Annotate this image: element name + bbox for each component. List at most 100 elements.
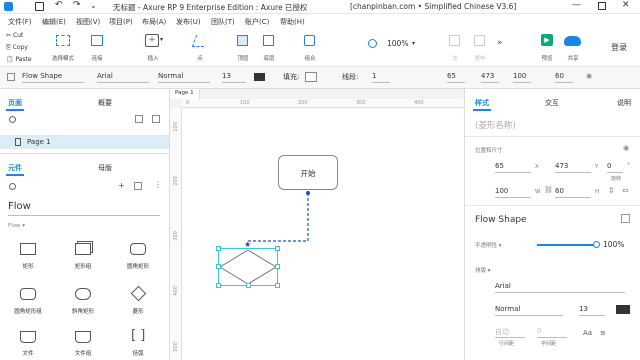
resize-handle[interactable] [216,283,221,288]
weight-select[interactable]: Normal [158,70,210,83]
undo-icon[interactable]: ↶ [55,0,63,10]
resize-handle[interactable] [216,246,221,251]
resize-handle[interactable] [246,283,251,288]
text-color-swatch[interactable] [616,305,630,314]
widget-bracket[interactable]: [ ] 括弧 [118,327,158,359]
eye-icon[interactable]: ◉ [586,72,592,80]
flip-horizontal-icon[interactable]: ⇔ [622,186,629,195]
tab-masters[interactable]: 母版 [98,163,112,173]
widget-rectangle[interactable]: 矩形 [8,239,48,273]
fill-swatch[interactable] [305,72,317,82]
redo-icon[interactable]: ↷ [73,0,81,10]
menu-icon[interactable]: ⋮ [154,180,162,189]
menu-edit[interactable]: 编辑(E) [42,17,66,27]
widget-diamond[interactable]: 菱形 [118,284,158,318]
search-icon[interactable] [9,116,16,123]
share-button[interactable]: 共享 [561,33,585,63]
style-select[interactable]: Flow Shape [22,70,84,83]
w-input[interactable]: 100 [495,186,531,198]
copy-button[interactable]: ⎘ Copy [6,44,28,52]
font-size-select[interactable]: 13 [579,303,605,316]
menu-help[interactable]: 帮助(H) [280,17,305,27]
x-input[interactable]: 65 [495,161,531,173]
cut-button[interactable]: ✂ Cut [6,32,23,39]
tab-pages[interactable]: 页面 [8,98,22,108]
tab-widgets[interactable]: 元件 [8,163,22,173]
line-spacing-input[interactable]: 自动 [495,326,525,338]
slider-thumb[interactable] [593,241,600,248]
menu-team[interactable]: 团队(T) [211,17,235,27]
widget-rounded-rectangle[interactable]: 圆角矩形 [118,239,158,273]
tab-outline[interactable]: 概要 [98,98,112,108]
resize-handle[interactable] [275,264,280,269]
lock-ratio-icon[interactable]: ⛓ [544,186,553,194]
style-menu-icon[interactable] [621,214,630,223]
menu-account[interactable]: 账户(C) [245,17,269,27]
connect-button[interactable]: 连接 [85,33,109,63]
library-select[interactable]: Flow [8,201,31,212]
resize-handle[interactable] [275,246,280,251]
menu-layout[interactable]: 布局(A) [142,17,166,27]
tab-style[interactable]: 样式 [475,98,489,108]
insert-button[interactable]: + ▾ 插入 [140,33,166,63]
page-item-1[interactable]: Page 1 [0,135,169,149]
copy-library-icon[interactable] [134,182,142,190]
diamond-shape[interactable] [218,248,278,286]
shape-name-input[interactable]: (菱形名称) [475,119,516,131]
widget-bevel-rectangle[interactable]: 斜角矩形 [63,284,103,318]
h-field[interactable]: 60 [555,70,573,83]
font-size-select[interactable]: 13 [222,70,246,83]
text-color-swatch[interactable] [254,73,265,81]
align-left-button[interactable]: 左 [446,33,464,63]
add-folder-icon[interactable] [152,115,160,123]
resize-handle[interactable] [275,283,280,288]
point-button[interactable]: 点 [190,33,210,63]
menu-publish[interactable]: 发布(U) [176,17,201,27]
resize-handle[interactable] [216,264,221,269]
menu-file[interactable]: 文件(F) [8,17,32,27]
menu-project[interactable]: 项目(P) [109,17,133,27]
paste-button[interactable]: 📋 Paste [6,56,32,63]
font-weight-select[interactable]: Normal [495,303,563,316]
combine-button[interactable]: 组合 [300,33,320,63]
canvas-area[interactable]: Page 1 0 100 200 300 400 100 200 300 400… [170,89,464,360]
tab-notes[interactable]: 说明 [617,98,631,108]
preview-button[interactable]: ▶ 预览 [537,33,557,63]
widget-file[interactable]: 文件 [8,327,48,359]
tab-interactions[interactable]: 交互 [545,98,559,108]
font-family-select[interactable]: Arial [495,280,625,293]
widget-rectangle-group[interactable]: 矩形组 [63,239,103,273]
char-spacing-input[interactable]: 0 [537,326,567,338]
line-width-select[interactable]: 1 [372,70,390,83]
y-input[interactable]: 473 [555,161,591,173]
zoom-control[interactable]: 100% ▾ [368,39,418,51]
menu-view[interactable]: 视图(V) [76,17,100,27]
font-select[interactable]: Arial [97,70,149,83]
text-style-icon[interactable]: Aa [583,329,592,337]
chevron-down-icon[interactable]: ⌄ [90,1,97,10]
widget-rounded-rectangle-group[interactable]: 圆角矩形组 [8,284,48,318]
save-icon[interactable] [35,2,44,11]
opacity-slider[interactable] [537,241,600,248]
x-field[interactable]: 65 [447,70,465,83]
send-bottom-button[interactable]: 底层 [259,33,279,63]
connector-line[interactable] [170,89,464,360]
opacity-value[interactable]: 100% [603,240,624,249]
minimize-button[interactable]: — [572,0,581,10]
flip-vertical-icon[interactable]: ⇕ [608,186,615,195]
text-align-icon[interactable]: ≡ [600,329,606,337]
add-library-icon[interactable]: + [118,181,125,190]
rotation-input[interactable]: 0 [607,161,623,173]
y-field[interactable]: 473 [481,70,499,83]
select-mode-button[interactable]: 选择模式 [46,33,80,63]
align-center-button[interactable]: 居中 [470,33,490,63]
maximize-button[interactable] [598,2,606,10]
eye-icon[interactable]: ◉ [623,144,629,152]
add-page-icon[interactable] [135,115,143,123]
section-header[interactable]: Flow ▾ [8,223,25,229]
widget-file-group[interactable]: 文件组 [63,327,103,359]
close-button[interactable]: ✕ [622,0,630,10]
login-button[interactable]: 登录 [611,42,627,53]
search-icon[interactable] [9,183,16,190]
anchor-star-icon[interactable]: ★ [244,240,251,249]
